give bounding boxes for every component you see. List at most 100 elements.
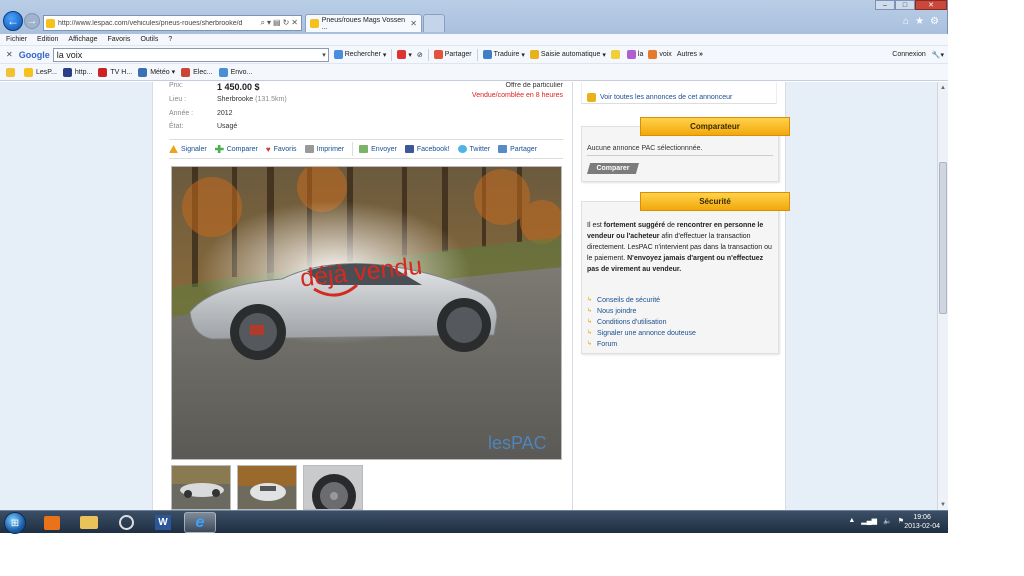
page-scrollbar[interactable]: ▲ ▼ bbox=[937, 82, 948, 510]
autres-button[interactable]: Autres » bbox=[677, 51, 703, 58]
media-player-icon bbox=[44, 515, 60, 530]
imprimer-label: Imprimer bbox=[316, 145, 345, 153]
photo-thumbnail-1[interactable] bbox=[171, 465, 231, 510]
compat-view-icon[interactable]: ▤ bbox=[273, 18, 281, 28]
twitter-link[interactable]: Twitter bbox=[457, 145, 490, 153]
google-search-value[interactable]: la voix bbox=[57, 50, 322, 60]
thumbnail-graphic bbox=[304, 466, 362, 509]
link-conditions[interactable]: ↳ Conditions d'utilisation bbox=[587, 317, 696, 328]
tray-expand-icon[interactable]: ▲ bbox=[848, 517, 855, 525]
envoyer-link[interactable]: Envoyer bbox=[359, 145, 397, 153]
toolbar-close-icon[interactable]: ✕ bbox=[6, 50, 13, 59]
menu-outils[interactable]: Outils bbox=[140, 36, 158, 43]
taskbar-clock-app[interactable] bbox=[110, 512, 142, 533]
fav-item-envo[interactable]: Envo... bbox=[218, 67, 252, 77]
maximize-button[interactable]: □ bbox=[895, 0, 915, 10]
home-icon[interactable]: ⌂ bbox=[903, 16, 909, 27]
word-icon: W bbox=[155, 515, 171, 530]
view-all-listings-link[interactable]: Voir toutes les annonces de cet annonceu… bbox=[587, 93, 732, 102]
term-voix-button[interactable]: voix bbox=[648, 50, 672, 59]
link-signaler-annonce[interactable]: ↳ Signaler une annonce douteuse bbox=[587, 328, 696, 339]
traduire-label: Traduire bbox=[493, 51, 520, 58]
favoris-link[interactable]: ♥ Favoris bbox=[266, 145, 297, 154]
lespac-watermark: lesPAC bbox=[488, 433, 547, 453]
stop-icon[interactable]: ✕ bbox=[291, 18, 298, 28]
scroll-up-icon[interactable]: ▲ bbox=[939, 83, 947, 92]
partager-link[interactable]: Partager bbox=[498, 145, 537, 153]
wrench-icon[interactable]: 🔧▾ bbox=[932, 51, 944, 59]
scroll-thumb[interactable] bbox=[939, 162, 947, 314]
link-forum[interactable]: ↳ Forum bbox=[587, 339, 696, 350]
favorites-star-icon[interactable]: ★ bbox=[915, 16, 924, 27]
fav-item-elec[interactable]: Elec... bbox=[181, 67, 213, 77]
new-tab-button[interactable] bbox=[423, 14, 445, 32]
tab-active[interactable]: Pneus/roues Mags Vossen ... ✕ bbox=[305, 14, 422, 32]
tab-close-icon[interactable]: ✕ bbox=[410, 19, 417, 28]
fav-item-tvh[interactable]: TV H... bbox=[98, 67, 132, 77]
taskbar-explorer[interactable] bbox=[73, 512, 105, 533]
listing-main-photo[interactable]: déjà vendu lesPAC bbox=[171, 166, 562, 460]
forward-button[interactable]: → bbox=[24, 13, 40, 29]
securite-title: Sécurité bbox=[640, 192, 790, 211]
address-url[interactable]: http://www.lespac.com/vehicules/pneus-ro… bbox=[58, 20, 258, 27]
youtube-button[interactable]: ▾ bbox=[397, 50, 412, 59]
distance-value: (131.5km) bbox=[255, 96, 287, 103]
network-icon[interactable]: ▂▄▆ bbox=[861, 517, 877, 525]
google-logo: Google bbox=[18, 49, 50, 60]
blocker-button[interactable]: ⊘ bbox=[417, 51, 423, 59]
fav-item-lespac[interactable]: LesP... bbox=[24, 67, 57, 77]
location-value: Sherbrooke bbox=[217, 96, 254, 103]
warning-icon bbox=[169, 145, 178, 153]
photo-thumbnail-2[interactable] bbox=[237, 465, 297, 510]
fav-item-meteo[interactable]: Météo ▾ bbox=[138, 67, 175, 77]
traduire-button[interactable]: Traduire ▾ bbox=[482, 50, 525, 59]
taskbar-internet-explorer[interactable]: e bbox=[184, 512, 216, 533]
settings-gear-icon[interactable]: ⚙ bbox=[930, 16, 939, 27]
partager-toolbar-button[interactable]: Partager bbox=[433, 50, 472, 59]
fav-item-http[interactable]: http... bbox=[62, 67, 92, 77]
minimize-button[interactable]: ‒ bbox=[875, 0, 895, 10]
comparateur-message: Aucune annonce PAC sélectionnnée. bbox=[587, 145, 773, 156]
google-search-input[interactable]: la voix ▾ bbox=[52, 47, 329, 62]
fav-label: Elec... bbox=[193, 68, 213, 76]
comparer-link[interactable]: Comparer bbox=[214, 145, 258, 153]
address-bar[interactable]: http://www.lespac.com/vehicules/pneus-ro… bbox=[43, 15, 302, 31]
flag-icon[interactable]: ⚑ bbox=[898, 517, 904, 525]
chevron-down-icon[interactable]: ▾ bbox=[322, 51, 328, 59]
partager-toolbar-label: Partager bbox=[444, 51, 472, 58]
taskbar-word[interactable]: W bbox=[147, 512, 179, 533]
scroll-down-icon[interactable]: ▼ bbox=[939, 500, 947, 509]
compare-button[interactable]: Comparer bbox=[587, 163, 639, 174]
dropdown-arrow-icon[interactable]: ▾ bbox=[267, 18, 271, 28]
facebook-label: Facebook! bbox=[416, 145, 450, 153]
menu-favoris[interactable]: Favoris bbox=[107, 36, 130, 43]
menu-edition[interactable]: Edition bbox=[37, 36, 58, 43]
rechercher-button[interactable]: Rechercher ▾ bbox=[333, 50, 386, 59]
highlighter-button[interactable] bbox=[610, 50, 622, 59]
saisie-button[interactable]: Saisie automatique ▾ bbox=[529, 50, 606, 59]
system-clock[interactable]: 19:06 2013-02-04 bbox=[904, 513, 940, 531]
start-button[interactable]: ⊞ bbox=[4, 512, 26, 534]
close-window-button[interactable]: ✕ bbox=[915, 0, 947, 10]
signaler-link[interactable]: Signaler bbox=[169, 145, 207, 153]
search-icon[interactable]: ⌕ bbox=[261, 18, 265, 28]
taskbar-media-player[interactable] bbox=[36, 512, 68, 533]
menu-fichier[interactable]: Fichier bbox=[6, 36, 27, 43]
refresh-icon[interactable]: ↻ bbox=[283, 18, 290, 28]
link-nous-joindre[interactable]: ↳ Nous joindre bbox=[587, 306, 696, 317]
back-button[interactable]: ← bbox=[3, 11, 23, 31]
photo-thumbnail-3[interactable] bbox=[303, 465, 363, 510]
favorites-star-button[interactable] bbox=[6, 67, 18, 77]
facebook-link[interactable]: Facebook! bbox=[404, 145, 450, 153]
link-conseils[interactable]: ↳ Conseils de sécurité bbox=[587, 295, 696, 306]
volume-icon[interactable]: 🔈 bbox=[883, 517, 892, 525]
term-la-button[interactable]: la bbox=[626, 50, 643, 59]
connexion-link[interactable]: Connexion bbox=[892, 51, 925, 58]
printer-icon bbox=[304, 145, 314, 153]
autofill-pencil-icon bbox=[529, 50, 539, 59]
term-marker-icon bbox=[648, 50, 658, 59]
imprimer-link[interactable]: Imprimer bbox=[304, 145, 345, 153]
menu-affichage[interactable]: Affichage bbox=[68, 36, 97, 43]
menu-help[interactable]: ? bbox=[168, 36, 172, 43]
state-label: État: bbox=[169, 123, 184, 130]
